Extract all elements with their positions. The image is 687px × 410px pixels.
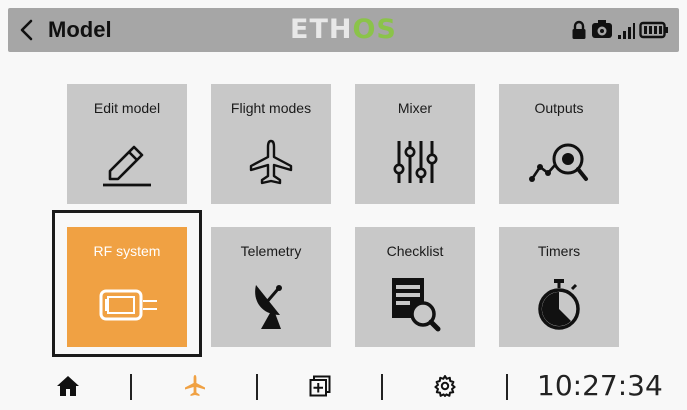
checklist-icon bbox=[392, 278, 441, 332]
tile-label: Checklist bbox=[386, 243, 444, 259]
outputs-graph-icon bbox=[529, 143, 588, 182]
tile-label: Telemetry bbox=[240, 243, 302, 259]
home-icon bbox=[57, 376, 79, 396]
model-screen: Model ETHOS Edit model Flight modes Mixe… bbox=[0, 0, 687, 410]
page-title: Model bbox=[48, 17, 112, 42]
nav-divider bbox=[256, 374, 258, 400]
tile-label: Outputs bbox=[534, 100, 584, 116]
pencil-icon bbox=[103, 145, 151, 187]
tile-label: Flight modes bbox=[230, 100, 312, 116]
tile-flight-modes[interactable]: Flight modes bbox=[211, 84, 331, 204]
clock-display: 10:27:34 bbox=[537, 369, 663, 402]
tile-timers[interactable]: Timers bbox=[499, 227, 619, 347]
tile-edit-model[interactable]: Edit model bbox=[67, 84, 187, 204]
nav-divider bbox=[130, 374, 132, 400]
settings-button[interactable] bbox=[425, 368, 465, 404]
nav-divider bbox=[506, 374, 508, 400]
model-nav-button[interactable] bbox=[175, 368, 215, 404]
back-button[interactable] bbox=[14, 14, 40, 46]
tile-outputs[interactable]: Outputs bbox=[499, 84, 619, 204]
tile-checklist[interactable]: Checklist bbox=[355, 227, 475, 347]
add-window-button[interactable] bbox=[300, 368, 340, 404]
status-icons bbox=[571, 18, 669, 42]
add-window-icon bbox=[309, 375, 331, 397]
airplane-icon bbox=[185, 375, 205, 396]
model-gear-icon bbox=[592, 20, 612, 38]
lock-icon bbox=[572, 20, 586, 39]
logo-main-text: ETH bbox=[290, 14, 353, 45]
tile-telemetry[interactable]: Telemetry bbox=[211, 227, 331, 347]
tile-label: Mixer bbox=[397, 100, 433, 116]
sliders-icon bbox=[393, 141, 438, 183]
tile-mixer[interactable]: Mixer bbox=[355, 84, 475, 204]
satellite-dish-icon bbox=[255, 285, 282, 329]
nav-divider bbox=[381, 374, 383, 400]
chevron-left-icon bbox=[20, 19, 33, 41]
bottom-nav-bar: 10:27:34 bbox=[0, 362, 687, 410]
battery-icon bbox=[639, 21, 668, 39]
stopwatch-icon bbox=[538, 279, 580, 330]
home-button[interactable] bbox=[48, 368, 88, 404]
header-bar: Model ETHOS bbox=[8, 8, 679, 52]
tile-label: RF system bbox=[93, 243, 161, 259]
logo-accent-text: OS bbox=[352, 14, 397, 45]
tile-label: Timers bbox=[537, 243, 581, 259]
ethos-logo: ETHOS bbox=[290, 12, 397, 48]
signal-bars-icon bbox=[618, 23, 635, 39]
tile-rf-system[interactable]: RF system bbox=[67, 227, 187, 347]
airplane-icon bbox=[249, 139, 293, 185]
gear-icon bbox=[434, 375, 456, 397]
rf-module-icon bbox=[99, 289, 157, 321]
tile-label: Edit model bbox=[93, 100, 161, 116]
